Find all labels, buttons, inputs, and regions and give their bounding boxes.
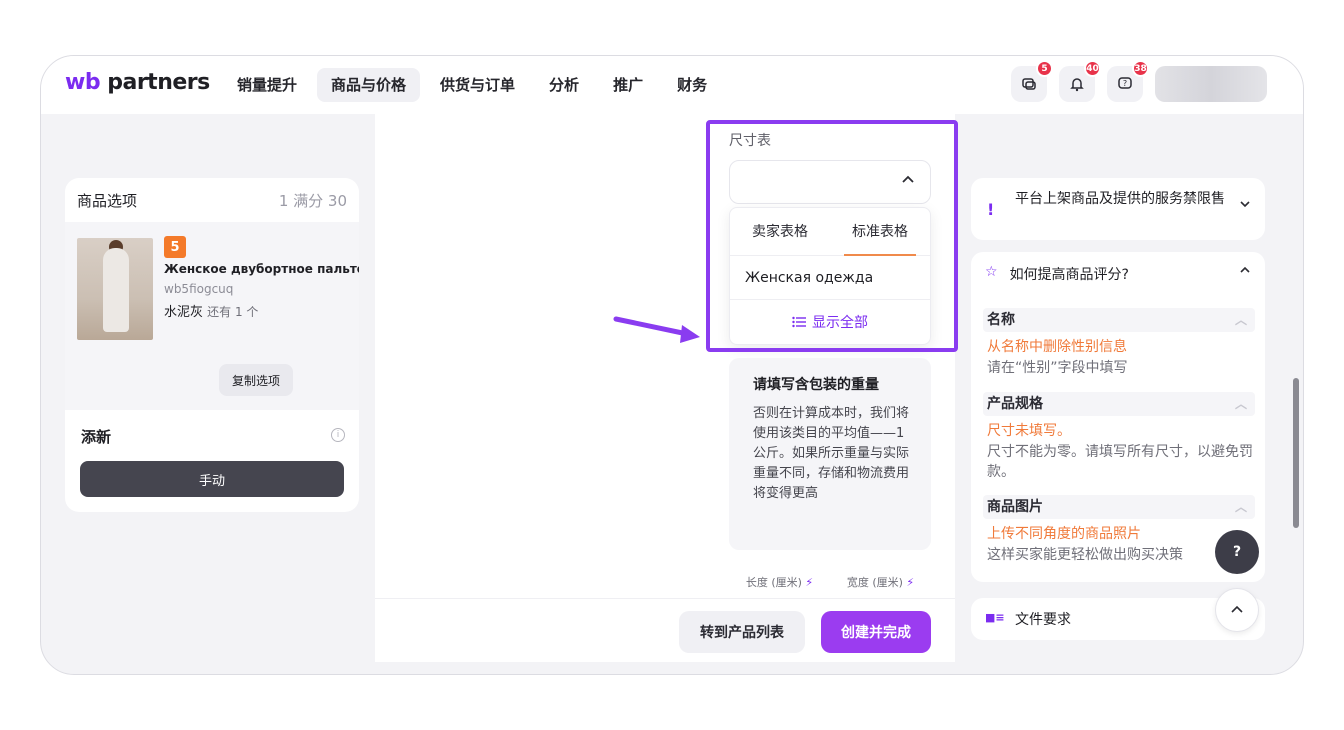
- exclamation-icon: !: [987, 200, 995, 219]
- size-table-select[interactable]: [729, 160, 931, 204]
- chevron-up-icon: [1231, 605, 1243, 613]
- product-name: Женское двубортное пальто...: [164, 262, 359, 276]
- profile-menu[interactable]: [1155, 66, 1267, 102]
- product-photo[interactable]: [77, 238, 153, 340]
- main-nav: 销量提升 商品与价格 供货与订单 分析 推广 财务: [223, 68, 721, 102]
- variants-title: 商品选项: [77, 192, 138, 210]
- nav-supply-orders[interactable]: 供货与订单: [426, 68, 529, 102]
- tip-note: 这样买家能更轻松做出购买决策: [987, 547, 1183, 563]
- help-chat-icon-svg: ?: [1118, 77, 1132, 89]
- chevron-down-svg: [1240, 201, 1250, 208]
- banned-goods-title: 平台上架商品及提供的服务禁限售: [1015, 191, 1225, 207]
- bell-badge: 40: [1084, 60, 1101, 77]
- length-label: 长度 (厘米) ⚡: [745, 576, 814, 589]
- logo[interactable]: wb partners: [65, 70, 210, 95]
- lightning-icon: ⚡: [906, 576, 915, 589]
- tip-warning: 尺寸未填写。: [987, 423, 1071, 439]
- photo-model-coat: [103, 248, 129, 332]
- tab-standard-table[interactable]: 标准表格: [830, 208, 930, 256]
- nav-products-prices[interactable]: 商品与价格: [317, 68, 421, 102]
- chevron-up-svg: [1240, 266, 1250, 273]
- bell-icon-svg: [1070, 78, 1084, 92]
- info-icon[interactable]: i: [331, 428, 345, 442]
- show-all-button[interactable]: 显示全部: [730, 300, 930, 344]
- top-icons: 5 40 ? 38: [1011, 60, 1267, 102]
- weight-hint-card: 请填写含包装的重量 否则在计算成本时，我们将使用该类目的平均值——1公斤。如果所…: [729, 358, 931, 550]
- nav-sales-boost[interactable]: 销量提升: [223, 68, 311, 102]
- top-bar: wb partners 销量提升 商品与价格 供货与订单 分析 推广 财务 5 …: [41, 56, 1303, 114]
- show-all-label: 显示全部: [812, 315, 868, 331]
- size-table-tabs: 卖家表格 标准表格: [730, 208, 930, 256]
- annotation-arrow-icon: [613, 316, 700, 343]
- svg-text:?: ?: [1123, 79, 1127, 88]
- banned-goods-card[interactable]: ! 平台上架商品及提供的服务禁限售: [971, 178, 1265, 240]
- tip-section-specs: 产品规格 ︿ 尺寸未填写。 尺寸不能为零。请填写所有尺寸，以避免罚款。: [983, 392, 1255, 482]
- weight-hint-title: 请填写含包装的重量: [753, 377, 879, 393]
- help-chat-icon[interactable]: ? 38: [1107, 60, 1149, 102]
- create-and-finish-button[interactable]: 创建并完成: [821, 611, 931, 653]
- chevron-up-svg: [902, 175, 914, 183]
- scroll-top-button[interactable]: [1215, 588, 1259, 632]
- chevron-up-icon: ︿: [1234, 397, 1247, 411]
- tip-warning: 从名称中删除性别信息: [987, 339, 1127, 355]
- tip-warning: 上传不同角度的商品照片: [987, 526, 1141, 542]
- nav-analytics[interactable]: 分析: [535, 68, 593, 102]
- tip-note: 尺寸不能为零。请填写所有尺寸，以避免罚款。: [987, 444, 1253, 480]
- tab-seller-table[interactable]: 卖家表格: [730, 208, 830, 255]
- chevron-up-icon: ︿: [1234, 500, 1247, 514]
- product-variants-panel: 商品选项 1 满分 30 5 Женское двубортное пальто…: [65, 178, 359, 512]
- file-icon: ■≡: [985, 611, 1005, 624]
- tip-section-name: 名称 ︿ 从名称中删除性别信息 请在“性别”字段中填写: [983, 308, 1255, 378]
- help-button[interactable]: ?: [1215, 530, 1259, 574]
- rating-tips-title: 如何提高商品评分?: [1009, 267, 1129, 283]
- scrollbar[interactable]: [1293, 378, 1299, 528]
- go-to-product-list-button[interactable]: 转到产品列表: [679, 611, 805, 653]
- bell-icon[interactable]: 40: [1059, 60, 1101, 102]
- tip-section-head[interactable]: 名称 ︿: [983, 308, 1255, 332]
- color-name: 水泥灰: [164, 305, 204, 320]
- add-new-label: 添新: [81, 428, 112, 446]
- size-table-dropdown: 卖家表格 标准表格 Женская одежда 显示全部: [729, 207, 931, 345]
- variant-number-badge: 5: [164, 236, 186, 258]
- chevron-down-icon: [1239, 198, 1251, 214]
- file-requirements-title: 文件要求: [1015, 612, 1071, 628]
- help-badge: 38: [1132, 60, 1149, 77]
- main-form: 尺寸表 卖家表格 标准表格 Женская одежда 显示全部 请填写含包装…: [375, 114, 955, 662]
- dropdown-option-womens-clothing[interactable]: Женская одежда: [730, 256, 930, 300]
- app-window: wb partners 销量提升 商品与价格 供货与订单 分析 推广 财务 5 …: [40, 55, 1304, 675]
- dimension-labels: 长度 (厘米) ⚡ 宽度 (厘米) ⚡: [729, 574, 931, 590]
- variants-count: 1 满分 30: [278, 192, 347, 210]
- tip-section-head[interactable]: 商品图片 ︿: [983, 495, 1255, 519]
- size-table-label: 尺寸表: [729, 133, 771, 149]
- manual-button[interactable]: 手动: [80, 461, 344, 497]
- chevron-up-icon: [900, 171, 916, 191]
- star-icon: ☆: [985, 264, 998, 280]
- product-color: 水泥灰 还有 1 个: [164, 301, 258, 320]
- list-icon: [792, 316, 806, 328]
- chat-badge: 5: [1036, 60, 1053, 77]
- chevron-up-icon[interactable]: [1239, 264, 1251, 280]
- stock-left: 还有 1 个: [207, 305, 259, 319]
- chat-icon[interactable]: 5: [1011, 60, 1053, 102]
- tip-note: 请在“性别”字段中填写: [987, 360, 1128, 376]
- product-sku: wb5fiogcuq: [164, 282, 234, 296]
- nav-promotion[interactable]: 推广: [599, 68, 657, 102]
- rating-tips-card: ☆ 如何提高商品评分? 名称 ︿ 从名称中删除性别信息 请在“性别”字段中填写 产…: [971, 252, 1265, 582]
- rating-tips-header[interactable]: ☆ 如何提高商品评分?: [985, 264, 1129, 284]
- width-label: 宽度 (厘米) ⚡: [846, 576, 915, 589]
- bottom-action-bar: 转到产品列表 创建并完成: [375, 598, 955, 662]
- lightning-icon: ⚡: [805, 576, 814, 589]
- tip-section-head[interactable]: 产品规格 ︿: [983, 392, 1255, 416]
- copy-variant-button[interactable]: 复制选项: [219, 364, 293, 396]
- weight-hint-text: 否则在计算成本时，我们将使用该类目的平均值——1公斤。如果所示重量与实际重量不同…: [753, 406, 910, 501]
- nav-finance[interactable]: 财务: [663, 68, 721, 102]
- variant-card[interactable]: 5 Женское двубортное пальто... wb5fiogcu…: [65, 222, 359, 410]
- variants-header: 商品选项 1 满分 30: [65, 178, 359, 223]
- chat-icon-svg: [1022, 78, 1036, 90]
- chevron-up-icon: ︿: [1234, 313, 1247, 327]
